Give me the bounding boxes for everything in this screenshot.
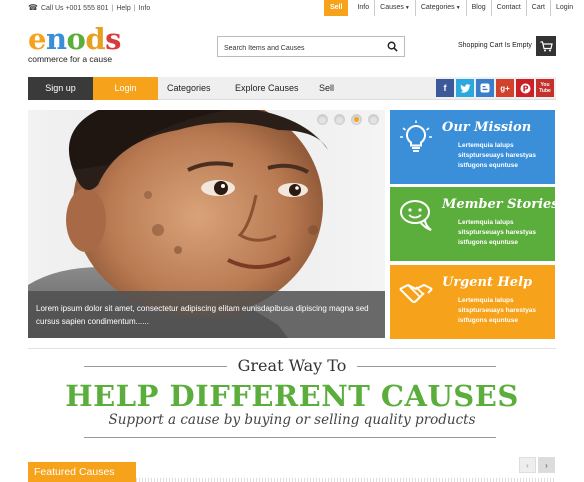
- google-plus-icon[interactable]: g+: [496, 79, 514, 97]
- search-input[interactable]: [218, 39, 378, 58]
- pinterest-icon[interactable]: P: [516, 79, 534, 97]
- top-nav-login[interactable]: Login: [551, 0, 578, 16]
- slider-dot[interactable]: [317, 114, 328, 125]
- tagline-headline: HELP DIFFERENT CAUSES: [65, 379, 519, 413]
- logo-letter: n: [45, 22, 67, 56]
- nav-explore-causes[interactable]: Explore Causes: [235, 77, 299, 100]
- tagline-subtitle: Support a cause by buying or selling qua…: [108, 412, 476, 428]
- site-logo[interactable]: enods commerce for a cause: [28, 24, 138, 64]
- nav-categories[interactable]: Categories: [167, 77, 211, 100]
- top-nav-categories[interactable]: Categories▼: [416, 0, 467, 16]
- top-nav: Sell Info Causes▼ Categories▼ Blog Conta…: [324, 0, 578, 16]
- slider-dots: [317, 114, 379, 125]
- top-nav-contact[interactable]: Contact: [492, 0, 527, 16]
- cart-status[interactable]: Shopping Cart Is Empty: [458, 42, 532, 49]
- box-title: Member Stories: [442, 197, 559, 212]
- chat-bubble-icon: [400, 200, 432, 231]
- box-description: Lertemquia lalups sitspturseuays haresty…: [458, 219, 537, 246]
- youtube-icon[interactable]: You Tube: [536, 79, 554, 97]
- facebook-icon[interactable]: f: [436, 79, 454, 97]
- featured-divider: [136, 478, 556, 482]
- nav-signup[interactable]: Sign up: [28, 77, 93, 100]
- phone-icon: ☎: [28, 3, 38, 12]
- box-description: Lertemquia lalups sitspturseuays haresty…: [458, 297, 537, 324]
- main-nav: Sign up Login Categories Explore Causes …: [28, 77, 556, 100]
- chevron-down-icon: ▼: [404, 5, 410, 11]
- box-description: Lertemquia lalups sitspturseuays haresty…: [458, 142, 537, 169]
- blogger-icon[interactable]: [476, 79, 494, 97]
- chevron-right-icon: ›: [545, 460, 548, 470]
- cart-button[interactable]: [536, 36, 556, 56]
- slider-dot-active[interactable]: [351, 114, 362, 125]
- slider-dot[interactable]: [334, 114, 345, 125]
- lightbulb-icon: [400, 120, 432, 152]
- search-box: [217, 36, 405, 58]
- hero-caption-text: Lorem ipsum dolor sit amet, consectetur …: [36, 304, 369, 326]
- hero-caption: Lorem ipsum dolor sit amet, consectetur …: [28, 291, 385, 338]
- chevron-left-icon: ‹: [526, 460, 529, 470]
- box-title: Our Mission: [442, 120, 532, 135]
- svg-text:P: P: [522, 84, 528, 93]
- logo-letter: e: [28, 22, 46, 56]
- our-mission-box[interactable]: Our Mission Lertemquia lalups sitspturse…: [390, 110, 555, 184]
- cart-icon: [540, 40, 553, 51]
- urgent-help-box[interactable]: Urgent Help Lertemquia lalups sitspturse…: [390, 265, 555, 339]
- info-link[interactable]: Info: [139, 5, 151, 12]
- hero-slider[interactable]: Lorem ipsum dolor sit amet, consectetur …: [28, 110, 385, 338]
- nav-sell[interactable]: Sell: [319, 77, 334, 100]
- contact-info: ☎ Call Us +001 555 801 | Help | Info: [28, 3, 151, 12]
- nav-login[interactable]: Login: [93, 77, 158, 100]
- top-nav-info[interactable]: Info: [352, 0, 376, 16]
- carousel-prev-button[interactable]: ‹: [519, 457, 536, 473]
- logo-tagline: commerce for a cause: [28, 54, 113, 64]
- logo-wordmark: enods: [28, 24, 138, 54]
- featured-causes-heading: Featured Causes: [28, 462, 136, 482]
- logo-letter: s: [105, 22, 121, 56]
- handshake-icon: [399, 283, 433, 303]
- section-divider: [28, 348, 556, 349]
- call-us-text: Call Us +001 555 801: [40, 4, 109, 12]
- chevron-down-icon: ▼: [455, 5, 461, 11]
- tagline-rule-bottom: [84, 437, 496, 438]
- top-nav-causes[interactable]: Causes▼: [375, 0, 416, 16]
- logo-letter: d: [85, 22, 106, 56]
- top-nav-sell[interactable]: Sell: [324, 0, 349, 16]
- tagline-top: Great Way To: [227, 356, 357, 376]
- top-nav-blog[interactable]: Blog: [467, 0, 492, 16]
- help-link[interactable]: Help: [116, 5, 130, 12]
- twitter-icon[interactable]: [456, 79, 474, 97]
- top-nav-cart[interactable]: Cart: [527, 0, 552, 16]
- carousel-next-button[interactable]: ›: [538, 457, 555, 473]
- box-title: Urgent Help: [442, 275, 533, 290]
- top-utility-bar: ☎ Call Us +001 555 801 | Help | Info Sel…: [0, 0, 584, 18]
- logo-letter: o: [66, 22, 86, 56]
- member-stories-box[interactable]: Member Stories Lertemquia lalups sitsptu…: [390, 187, 559, 261]
- slider-dot[interactable]: [368, 114, 379, 125]
- search-icon[interactable]: [387, 41, 398, 52]
